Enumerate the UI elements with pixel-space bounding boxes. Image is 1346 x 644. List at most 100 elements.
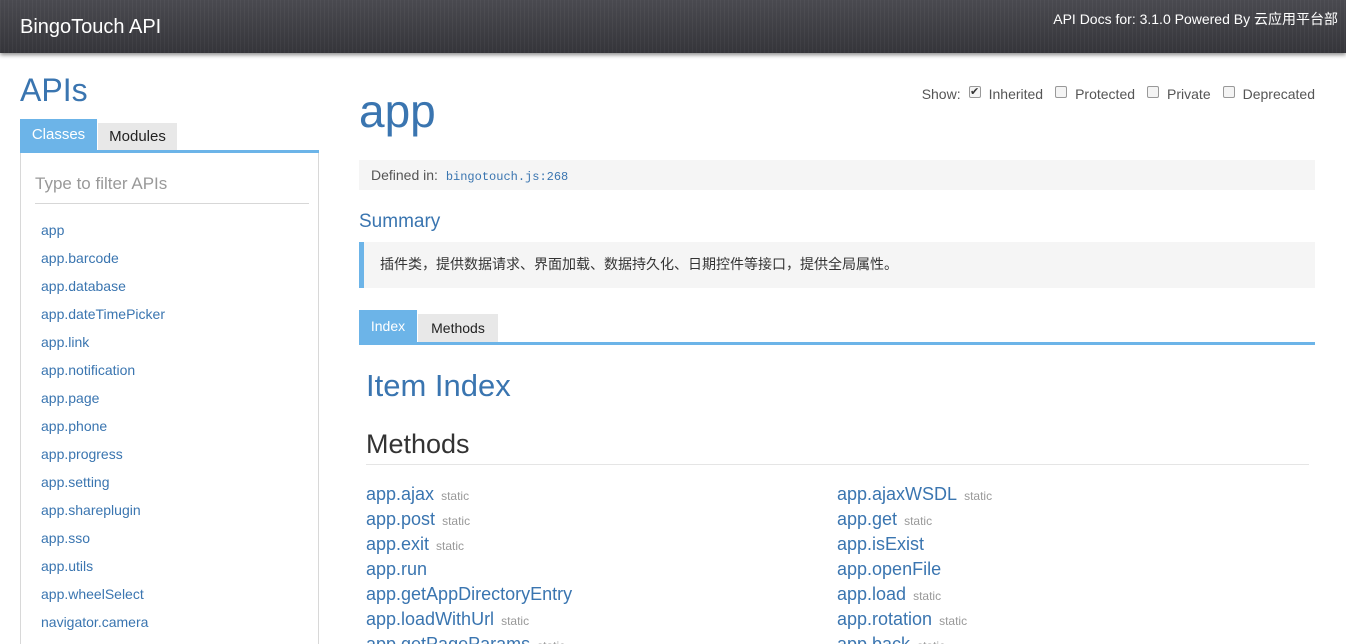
- source-file-link[interactable]: bingotouch.js:268: [446, 170, 568, 184]
- show-label: Show:: [921, 86, 961, 102]
- method-index-item: app.getAppDirectoryEntry: [366, 582, 572, 607]
- class-link[interactable]: app.dateTimePicker: [41, 306, 165, 322]
- method-index-item: app.isExist: [837, 532, 992, 557]
- show-option-label: Protected: [1075, 86, 1136, 102]
- static-flag: static: [537, 639, 565, 644]
- static-flag: static: [964, 489, 993, 503]
- method-index-item: app.ajax static: [366, 482, 572, 507]
- class-list-item: app.database: [41, 275, 165, 303]
- method-index-item: app.openFile: [837, 557, 992, 582]
- method-index-item: app.rotation static: [837, 607, 992, 632]
- class-list-item: app.progress: [41, 443, 165, 471]
- method-index-item: app.run: [366, 557, 572, 582]
- method-link[interactable]: app.isExist: [837, 534, 924, 554]
- methods-heading: Methods: [366, 429, 1309, 465]
- class-list-item: app.sso: [41, 527, 165, 555]
- sidebar-panel: app app.barcode app.database app.dateTimePi…: [20, 153, 319, 644]
- sidebar-title: APIs: [20, 72, 88, 108]
- static-flag: static: [913, 589, 942, 603]
- summary-text: 插件类，提供数据请求、界面加载、数据持久化、日期控件等接口，提供全局属性。: [359, 242, 1315, 288]
- summary-heading: Summary: [359, 211, 441, 232]
- class-link[interactable]: app.sso: [41, 530, 90, 546]
- class-list-item: app: [41, 219, 165, 247]
- class-list-item: app.phone: [41, 415, 165, 443]
- method-index-item: app.load static: [837, 582, 992, 607]
- method-index-item: app.post static: [366, 507, 572, 532]
- class-link[interactable]: app.phone: [41, 418, 107, 434]
- class-list-item: app.link: [41, 331, 165, 359]
- show-option-protected[interactable]: Protected: [1055, 86, 1135, 102]
- method-link[interactable]: app.back: [837, 634, 910, 644]
- method-index-item: app.getPageParams static: [366, 632, 572, 644]
- class-link[interactable]: navigator.camera: [41, 614, 148, 630]
- method-link[interactable]: app.ajaxWSDL: [837, 484, 957, 504]
- method-link[interactable]: app.load: [837, 584, 906, 604]
- item-index-heading: Item Index: [366, 368, 511, 403]
- static-flag: static: [441, 489, 470, 503]
- method-index-item: app.get static: [837, 507, 992, 532]
- tab-classes[interactable]: Classes: [20, 119, 97, 150]
- brand-title[interactable]: BingoTouch API: [20, 16, 161, 39]
- class-list-item: app.shareplugin: [41, 499, 165, 527]
- show-option-label: Deprecated: [1242, 86, 1315, 102]
- api-filter-input[interactable]: [35, 164, 309, 204]
- method-index-item: app.exit static: [366, 532, 572, 557]
- tab-modules[interactable]: Modules: [98, 123, 177, 150]
- class-link[interactable]: app.setting: [41, 474, 110, 490]
- class-link[interactable]: app.notification: [41, 362, 135, 378]
- show-option-deprecated[interactable]: Deprecated: [1222, 86, 1315, 102]
- tab-index[interactable]: Index: [359, 310, 417, 342]
- method-link[interactable]: app.openFile: [837, 559, 941, 579]
- show-option-private[interactable]: Private: [1147, 86, 1211, 102]
- class-link[interactable]: app.shareplugin: [41, 502, 141, 518]
- show-option-label: Private: [1167, 86, 1211, 102]
- class-link[interactable]: app.barcode: [41, 250, 119, 266]
- class-list-item: app.dateTimePicker: [41, 303, 165, 331]
- class-list-item: app.barcode: [41, 247, 165, 275]
- checkbox-icon[interactable]: [1055, 86, 1068, 98]
- show-option-label: Inherited: [988, 86, 1044, 102]
- class-link[interactable]: app.utils: [41, 558, 93, 574]
- class-list-item: app.notification: [41, 359, 165, 387]
- static-flag: static: [501, 614, 530, 628]
- class-list-item: app.page: [41, 387, 165, 415]
- show-option-inherited[interactable]: ✔ Inherited: [968, 86, 1044, 102]
- method-link[interactable]: app.exit: [366, 534, 429, 554]
- class-link[interactable]: app.page: [41, 390, 99, 406]
- static-flag: static: [436, 539, 465, 553]
- checkbox-icon[interactable]: [1147, 86, 1160, 98]
- tab-methods[interactable]: Methods: [418, 314, 498, 342]
- class-list-item: navigator.camera: [41, 611, 165, 639]
- methods-column-2: app.ajaxWSDL static app.get static app.isExi…: [837, 482, 992, 644]
- defined-in-bar: Defined in: bingotouch.js:268: [359, 160, 1315, 190]
- content-tabs: Index Methods: [359, 310, 1315, 345]
- method-link[interactable]: app.ajax: [366, 484, 434, 504]
- page-title: app: [359, 85, 436, 137]
- method-link[interactable]: app.post: [366, 509, 435, 529]
- class-link[interactable]: app: [41, 222, 64, 238]
- class-link[interactable]: app.link: [41, 334, 89, 350]
- method-index-item: app.back static: [837, 632, 992, 644]
- checkbox-checked-icon[interactable]: ✔: [968, 86, 981, 98]
- static-flag: static: [917, 639, 945, 644]
- method-index-item: app.loadWithUrl static: [366, 607, 572, 632]
- method-link[interactable]: app.get: [837, 509, 897, 529]
- class-link[interactable]: app.database: [41, 278, 126, 294]
- defined-in-label: Defined in:: [371, 167, 438, 183]
- class-list: app app.barcode app.database app.dateTimePi…: [41, 219, 165, 639]
- class-link[interactable]: app.wheelSelect: [41, 586, 144, 602]
- methods-column-1: app.ajax static app.post static app.exit stat…: [366, 482, 572, 644]
- method-link[interactable]: app.rotation: [837, 609, 932, 629]
- class-list-item: app.wheelSelect: [41, 583, 165, 611]
- method-link[interactable]: app.getPageParams: [366, 634, 530, 644]
- checkbox-icon[interactable]: [1222, 86, 1235, 98]
- version-info: API Docs for: 3.1.0 Powered By 云应用平台部: [1053, 11, 1338, 27]
- method-link[interactable]: app.run: [366, 559, 427, 579]
- show-options: Show: ✔ Inherited Protected Private Deprecat…: [922, 86, 1315, 102]
- method-index-item: app.ajaxWSDL static: [837, 482, 992, 507]
- class-link[interactable]: app.progress: [41, 446, 123, 462]
- method-link[interactable]: app.loadWithUrl: [366, 609, 494, 629]
- top-navbar: BingoTouch API API Docs for: 3.1.0 Power…: [0, 0, 1346, 53]
- method-link[interactable]: app.getAppDirectoryEntry: [366, 584, 572, 604]
- static-flag: static: [442, 514, 471, 528]
